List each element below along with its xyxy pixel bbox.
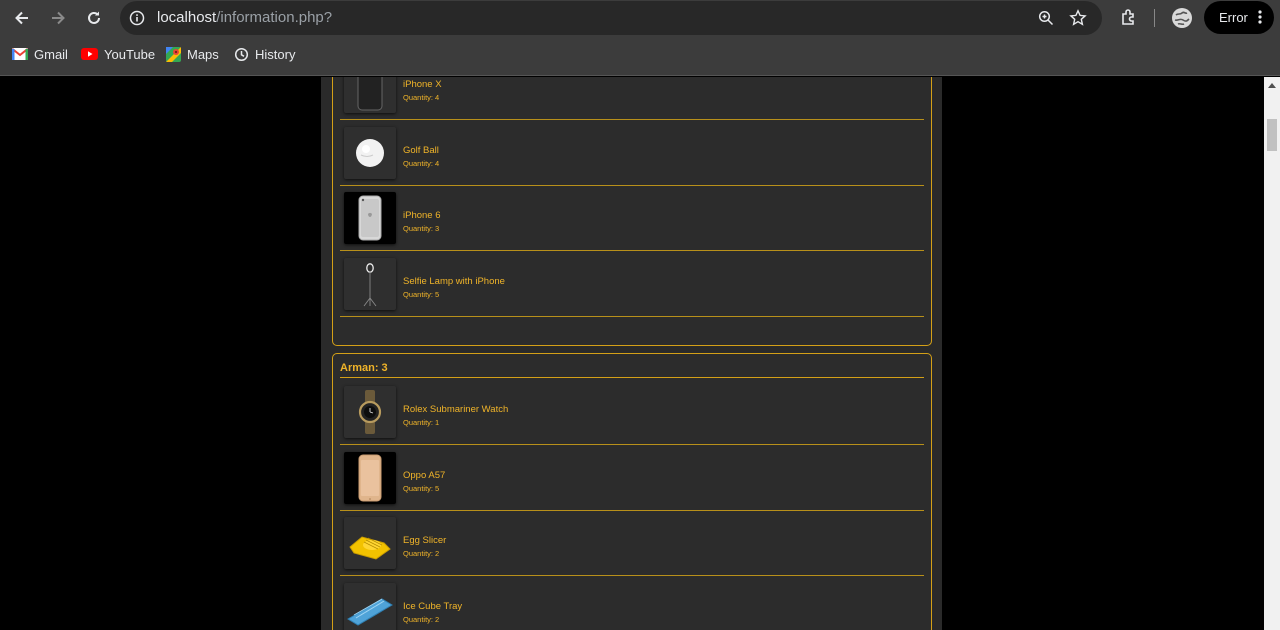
item-name: Oppo A57 — [403, 470, 446, 481]
content-column: iPhone X Quantity: 4 Golf Ball Quantity: 4… — [321, 77, 942, 630]
bookmark-label: Maps — [187, 46, 219, 62]
reload-icon — [88, 11, 100, 24]
list-item: iPhone X Quantity: 4 — [340, 77, 924, 120]
back-button[interactable] — [9, 5, 35, 31]
scrollbar-thumb[interactable] — [1267, 119, 1277, 151]
list-item: Rolex Submariner Watch Quantity: 1 — [340, 379, 924, 445]
item-quantity: Quantity: 2 — [403, 615, 440, 624]
bookmark-gmail[interactable]: Gmail — [12, 44, 68, 64]
selfie-lamp-image — [344, 258, 396, 310]
list-item: iPhone 6 Quantity: 3 — [340, 185, 924, 251]
list-item: Ice Cube Tray Quantity: 2 — [340, 576, 924, 630]
list-item: Oppo A57 Quantity: 5 — [340, 445, 924, 511]
browser-toolbar: localhost/information.php? Error — [0, 0, 1280, 36]
panel-title: Arman: 3 — [340, 362, 388, 374]
item-name: Selfie Lamp with iPhone — [403, 276, 505, 287]
gmail-icon — [12, 48, 28, 60]
profile-error-label: Error — [1219, 10, 1248, 25]
item-quantity: Quantity: 1 — [403, 418, 440, 427]
url-text[interactable]: localhost/information.php? — [157, 9, 332, 26]
address-bar[interactable]: localhost/information.php? — [120, 1, 1102, 35]
item-name: Ice Cube Tray — [403, 601, 463, 612]
item-name: iPhone 6 — [403, 210, 441, 221]
order-panel: iPhone X Quantity: 4 Golf Ball Quantity: 4… — [332, 77, 932, 346]
bookmark-label: History — [255, 46, 296, 62]
bookmark-youtube[interactable]: YouTube — [81, 44, 155, 64]
iphone-6-image — [344, 192, 396, 244]
menu-dots-icon — [1258, 10, 1262, 27]
arrow-right-icon — [52, 11, 65, 25]
browser-chrome: localhost/information.php? Error Gmail Y… — [0, 0, 1280, 76]
toolbar-separator — [1154, 9, 1155, 27]
egg-slicer-image — [344, 517, 396, 569]
watch-image — [344, 386, 396, 438]
list-item: Egg Slicer Quantity: 2 — [340, 510, 924, 576]
youtube-icon — [81, 48, 98, 60]
item-name: Golf Ball — [403, 145, 439, 156]
item-name: iPhone X — [403, 79, 442, 90]
ice-tray-image — [344, 583, 396, 630]
profile-error-button[interactable]: Error — [1204, 1, 1274, 34]
page-viewport: iPhone X Quantity: 4 Golf Ball Quantity: 4… — [0, 77, 1264, 630]
bookmark-label: Gmail — [34, 46, 68, 62]
item-quantity: Quantity: 2 — [403, 549, 440, 558]
url-host: localhost — [157, 9, 217, 26]
list-item: Selfie Lamp with iPhone Quantity: 5 — [340, 251, 924, 317]
bookmark-maps[interactable]: Maps — [166, 44, 219, 64]
order-panel: Arman: 3 Rolex Submariner Watch Quantity… — [332, 353, 932, 630]
arrow-left-icon — [15, 11, 28, 25]
item-quantity: Quantity: 4 — [403, 93, 440, 102]
forward-button[interactable] — [45, 5, 71, 31]
extensions-icon[interactable] — [1117, 6, 1141, 30]
list-item: Golf Ball Quantity: 4 — [340, 120, 924, 186]
bookmark-star-icon[interactable] — [1068, 8, 1088, 28]
bookmarks-bar: Gmail YouTube Maps History — [0, 40, 1280, 68]
item-quantity: Quantity: 3 — [403, 224, 440, 233]
divider — [340, 377, 924, 378]
url-path: /information.php? — [216, 9, 333, 26]
bookmark-label: YouTube — [104, 46, 156, 62]
item-quantity: Quantity: 5 — [403, 290, 440, 299]
history-icon — [234, 47, 249, 61]
oppo-phone-image — [344, 452, 396, 504]
profile-avatar-icon[interactable] — [1170, 6, 1194, 30]
item-name: Egg Slicer — [403, 535, 447, 546]
item-quantity: Quantity: 4 — [403, 159, 440, 168]
scroll-up-arrow-icon[interactable] — [1264, 77, 1280, 93]
vertical-scrollbar[interactable] — [1264, 77, 1280, 630]
item-name: Rolex Submariner Watch — [403, 404, 509, 415]
reload-button[interactable] — [81, 5, 107, 31]
zoom-icon[interactable] — [1036, 8, 1056, 28]
bookmark-history[interactable]: History — [234, 44, 295, 64]
maps-icon — [166, 46, 181, 62]
site-info-icon[interactable] — [127, 8, 147, 28]
iphone-x-image — [344, 77, 396, 113]
golf-ball-image — [344, 127, 396, 179]
item-quantity: Quantity: 5 — [403, 484, 440, 493]
